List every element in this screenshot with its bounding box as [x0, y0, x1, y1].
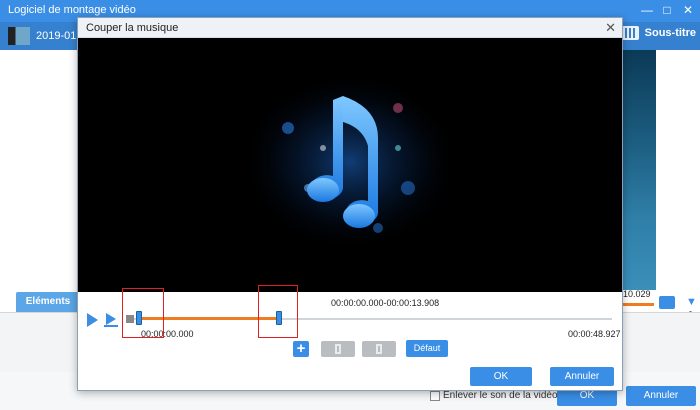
app-title: Logiciel de montage vidéo [8, 4, 136, 16]
preview-pane [620, 50, 656, 290]
subtitle-icon [620, 26, 639, 40]
cut-music-dialog: Couper la musique ✕ 00:00:00.000-00:00:1… [77, 17, 623, 391]
dialog-titlebar: Couper la musique ✕ [78, 18, 622, 38]
end-time: 00:00:48.927 [568, 329, 621, 339]
subtitle-button[interactable]: Sous-titre [620, 26, 696, 40]
music-preview [78, 38, 622, 292]
close-icon[interactable]: ✕ [681, 3, 695, 17]
clip-thumbnail [8, 27, 30, 45]
subtitle-label: Sous-titre [644, 27, 696, 39]
clip-label: 2019-01 [36, 30, 77, 42]
clip-item[interactable]: 2019-01 [8, 26, 76, 46]
maximize-icon[interactable]: □ [660, 3, 674, 17]
trim-time-range: 00:00:00.000-00:00:13.908 [331, 298, 440, 308]
preview-time: 10.029 [623, 289, 651, 299]
play-segment-icon[interactable] [104, 313, 118, 327]
app-cancel-button[interactable]: Annuler [626, 386, 696, 406]
default-button[interactable]: Défaut [406, 340, 448, 357]
remove-sound-label: Enlever le son de la vidéo [443, 390, 558, 401]
dialog-cancel-button[interactable]: Annuler [550, 367, 614, 386]
end-handle-highlight [258, 285, 298, 338]
play-icon[interactable] [87, 313, 98, 327]
right-pane [656, 50, 700, 290]
add-icon[interactable]: + [293, 341, 309, 357]
dialog-ok-button[interactable]: OK [470, 367, 532, 386]
start-time: 00:00:00.000 [141, 329, 194, 339]
minimize-icon[interactable]: — [640, 3, 654, 17]
tab-elements[interactable]: Eléments [16, 292, 80, 312]
camera-icon[interactable] [659, 296, 675, 309]
close-icon[interactable]: ✕ [605, 20, 616, 36]
remove-sound-checkbox[interactable] [430, 391, 440, 401]
set-end-button[interactable] [362, 341, 396, 357]
dialog-title: Couper la musique [86, 22, 179, 34]
set-start-button[interactable] [321, 341, 355, 357]
preview-slider[interactable] [620, 303, 654, 306]
music-note-icon [240, 72, 460, 252]
